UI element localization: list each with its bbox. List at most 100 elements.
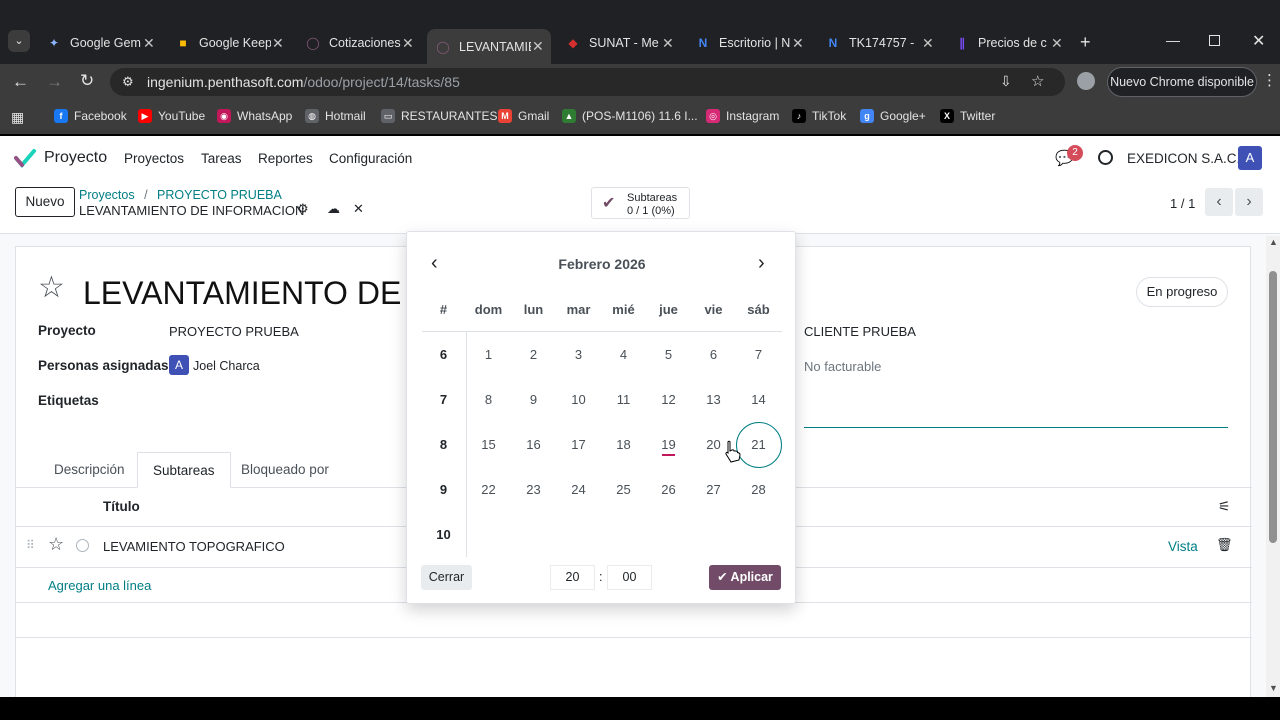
- breadcrumb-project[interactable]: PROYECTO PRUEBA: [157, 188, 282, 202]
- bookmark-item[interactable]: ◉ WhatsApp: [217, 109, 292, 123]
- customer-value[interactable]: CLIENTE PRUEBA: [804, 324, 916, 339]
- browser-tab[interactable]: N TK174757 - ✕: [817, 29, 941, 57]
- close-tab-icon[interactable]: ✕: [531, 38, 545, 55]
- pager-prev-button[interactable]: ‹: [1205, 188, 1233, 216]
- site-info-icon[interactable]: ⚙: [122, 74, 134, 90]
- task-title[interactable]: LEVANTAMIENTO DE IN: [83, 275, 442, 312]
- minute-input[interactable]: 00: [607, 565, 652, 590]
- calendar-day[interactable]: 3: [556, 332, 601, 377]
- row-star-icon[interactable]: ☆: [48, 534, 64, 555]
- bookmark-item[interactable]: ▶ YouTube: [138, 109, 205, 123]
- tab-bloqueado-por[interactable]: Bloqueado por: [226, 452, 344, 488]
- browser-tab[interactable]: ◆ SUNAT - Me ✕: [557, 29, 681, 57]
- trash-icon[interactable]: 🗑: [1216, 537, 1233, 553]
- company-name[interactable]: EXEDICON S.A.C.: [1127, 151, 1240, 166]
- install-app-icon[interactable]: ⇩: [1000, 73, 1012, 90]
- calendar-day[interactable]: 5: [646, 332, 691, 377]
- close-tab-icon[interactable]: ✕: [791, 35, 805, 52]
- scroll-thumb[interactable]: [1269, 271, 1277, 543]
- bookmark-item[interactable]: ♪ TikTok: [792, 109, 846, 123]
- next-month-button[interactable]: ›: [758, 252, 765, 275]
- calendar-day[interactable]: 19: [646, 422, 691, 467]
- bookmark-item[interactable]: ▲ (POS-M1106) 11.6 I...: [562, 109, 698, 123]
- billing-value[interactable]: No facturable: [804, 359, 881, 374]
- chrome-menu-icon[interactable]: ⋮: [1262, 71, 1277, 89]
- new-button[interactable]: Nuevo: [15, 187, 75, 217]
- column-settings-icon[interactable]: ⚟: [1218, 498, 1231, 515]
- calendar-day[interactable]: 25: [601, 467, 646, 512]
- apply-button[interactable]: ✔ Aplicar: [709, 565, 781, 590]
- close-tab-icon[interactable]: ✕: [1050, 35, 1064, 52]
- row-view-link[interactable]: Vista: [1168, 539, 1198, 554]
- month-label[interactable]: Febrero 2026: [407, 256, 797, 272]
- calendar-day[interactable]: 26: [646, 467, 691, 512]
- tab-subtareas[interactable]: Subtareas: [137, 452, 231, 488]
- close-button[interactable]: Cerrar: [421, 565, 472, 590]
- tab-search-chevron-icon[interactable]: ⌄: [8, 30, 30, 52]
- activity-clock-icon[interactable]: [1098, 150, 1113, 165]
- browser-tab[interactable]: ◯ Cotizaciones ✕: [297, 29, 421, 57]
- date-field-underline[interactable]: [804, 427, 1228, 428]
- stage-badge[interactable]: En progreso: [1136, 277, 1228, 307]
- list-header-title[interactable]: Título: [103, 499, 140, 514]
- forward-arrow-icon[interactable]: →: [46, 72, 63, 92]
- bookmark-item[interactable]: X Twitter: [940, 109, 995, 123]
- calendar-day[interactable]: 14: [736, 377, 781, 422]
- scroll-down-arrow-icon[interactable]: ▼: [1269, 683, 1278, 693]
- back-arrow-icon[interactable]: ←: [12, 72, 29, 92]
- app-brand[interactable]: Proyecto: [44, 149, 107, 167]
- apps-grid-icon[interactable]: ▦: [11, 109, 24, 126]
- project-value[interactable]: PROYECTO PRUEBA: [169, 324, 299, 339]
- calendar-day[interactable]: 22: [466, 467, 511, 512]
- calendar-day[interactable]: 4: [601, 332, 646, 377]
- bookmark-star-icon[interactable]: ☆: [1031, 72, 1044, 90]
- row-status-circle[interactable]: [76, 539, 89, 552]
- calendar-day[interactable]: 24: [556, 467, 601, 512]
- close-window-button[interactable]: ✕: [1252, 31, 1265, 51]
- close-tab-icon[interactable]: ✕: [401, 35, 415, 52]
- hour-input[interactable]: 20: [550, 565, 595, 590]
- calendar-day[interactable]: 27: [691, 467, 736, 512]
- drag-handle-icon[interactable]: ⠿: [26, 538, 35, 552]
- scroll-up-arrow-icon[interactable]: ▲: [1269, 237, 1278, 247]
- calendar-day[interactable]: 7: [736, 332, 781, 377]
- calendar-day[interactable]: 15: [466, 422, 511, 467]
- address-bar[interactable]: ⚙ ingenium.penthasoft.com/odoo/project/1…: [110, 68, 1065, 96]
- add-line-link[interactable]: Agregar una línea: [48, 578, 151, 593]
- calendar-day[interactable]: 9: [511, 377, 556, 422]
- menu-reportes[interactable]: Reportes: [258, 151, 313, 166]
- menu-configuracion[interactable]: Configuración: [329, 151, 412, 166]
- calendar-day[interactable]: 13: [691, 377, 736, 422]
- cloud-save-icon[interactable]: ☁: [327, 201, 340, 217]
- bookmark-item[interactable]: ◍ Hotmail: [305, 109, 366, 123]
- close-tab-icon[interactable]: ✕: [142, 35, 156, 52]
- browser-tab[interactable]: N Escritorio | N ✕: [687, 29, 811, 57]
- bookmark-item[interactable]: g Google+: [860, 109, 926, 123]
- calendar-day[interactable]: 11: [601, 377, 646, 422]
- bookmark-item[interactable]: f Facebook: [54, 109, 127, 123]
- subtasks-smart-button[interactable]: ✔ Subtareas 0 / 1 (0%): [591, 187, 690, 219]
- calendar-day[interactable]: 12: [646, 377, 691, 422]
- row-name[interactable]: LEVAMIENTO TOPOGRAFICO: [103, 539, 285, 554]
- browser-tab[interactable]: ✦ Google Gem ✕: [38, 29, 162, 57]
- browser-tab[interactable]: ■ Google Keep ✕: [167, 29, 291, 57]
- breadcrumb-proyectos[interactable]: Proyectos: [79, 188, 135, 202]
- calendar-day[interactable]: 1: [466, 332, 511, 377]
- chrome-update-button[interactable]: Nuevo Chrome disponible: [1107, 67, 1257, 97]
- pager-value[interactable]: 1 / 1: [1170, 196, 1195, 211]
- calendar-day[interactable]: 23: [511, 467, 556, 512]
- calendar-day[interactable]: 8: [466, 377, 511, 422]
- close-tab-icon[interactable]: ✕: [921, 35, 935, 52]
- page-scrollbar[interactable]: ▲ ▼: [1266, 236, 1280, 697]
- profile-icon[interactable]: [1077, 72, 1095, 90]
- calendar-day[interactable]: 28: [736, 467, 781, 512]
- bookmark-item[interactable]: ◎ Instagram: [706, 109, 779, 123]
- tab-descripcion[interactable]: Descripción: [39, 452, 140, 488]
- gear-icon[interactable]: ⚙: [297, 201, 309, 217]
- calendar-day[interactable]: 17: [556, 422, 601, 467]
- restore-window-button[interactable]: [1209, 35, 1220, 46]
- pager-next-button[interactable]: ›: [1235, 188, 1263, 216]
- calendar-day[interactable]: 10: [556, 377, 601, 422]
- close-tab-icon[interactable]: ✕: [271, 35, 285, 52]
- calendar-day[interactable]: 18: [601, 422, 646, 467]
